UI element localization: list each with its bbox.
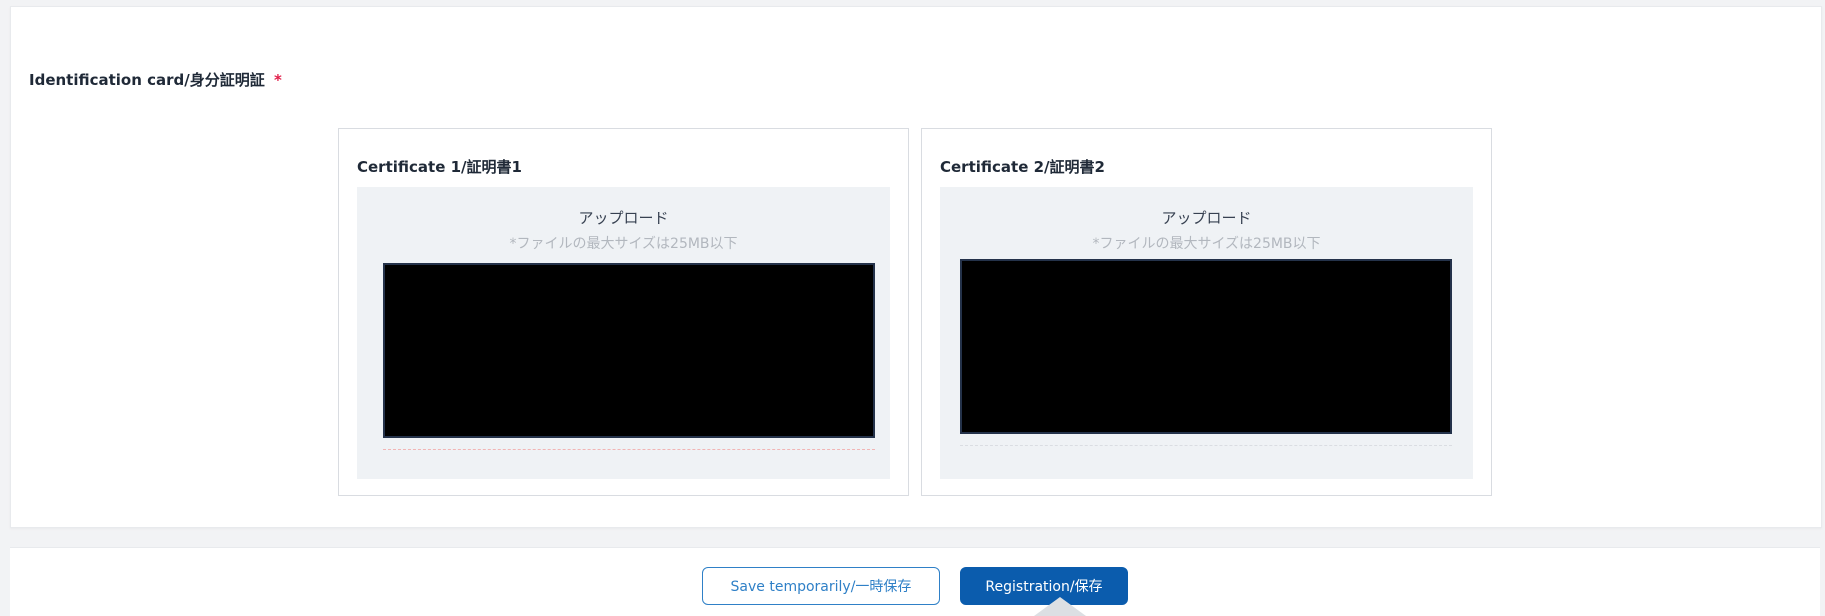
- certificate-card-2: Certificate 2/証明書2 アップロード *ファイルの最大サイズは25…: [921, 128, 1492, 496]
- upload-title-2: アップロード: [1161, 209, 1252, 227]
- save-temporarily-button[interactable]: Save temporarily/一時保存: [702, 567, 940, 605]
- required-marker: *: [274, 71, 282, 89]
- footer-action-bar: Save temporarily/一時保存 Registration/保存: [10, 547, 1820, 616]
- upload-dropzone-1[interactable]: アップロード *ファイルの最大サイズは25MB以下: [357, 187, 890, 479]
- scroll-indicator-caret: [1034, 597, 1086, 616]
- redacted-image-2: [960, 259, 1452, 434]
- upload-preview-edge-2: [960, 441, 1452, 446]
- upload-title-1: アップロード: [578, 209, 669, 227]
- section-title: Identification card/身分証明証 *: [29, 69, 282, 90]
- certificate-title-1: Certificate 1/証明書1: [357, 158, 522, 176]
- section-title-text: Identification card/身分証明証: [29, 71, 265, 89]
- certificate-card-1: Certificate 1/証明書1 アップロード *ファイルの最大サイズは25…: [338, 128, 909, 496]
- upload-hint-2: *ファイルの最大サイズは25MB以下: [1092, 236, 1321, 252]
- upload-preview-edge-1: [383, 445, 875, 450]
- certificate-title-2: Certificate 2/証明書2: [940, 158, 1105, 176]
- upload-dropzone-2[interactable]: アップロード *ファイルの最大サイズは25MB以下: [940, 187, 1473, 479]
- app-frame: Identification card/身分証明証 * Certificate …: [0, 0, 1825, 616]
- upload-hint-1: *ファイルの最大サイズは25MB以下: [509, 236, 738, 252]
- identification-panel: Identification card/身分証明証 * Certificate …: [10, 6, 1822, 528]
- redacted-image-1: [383, 263, 875, 438]
